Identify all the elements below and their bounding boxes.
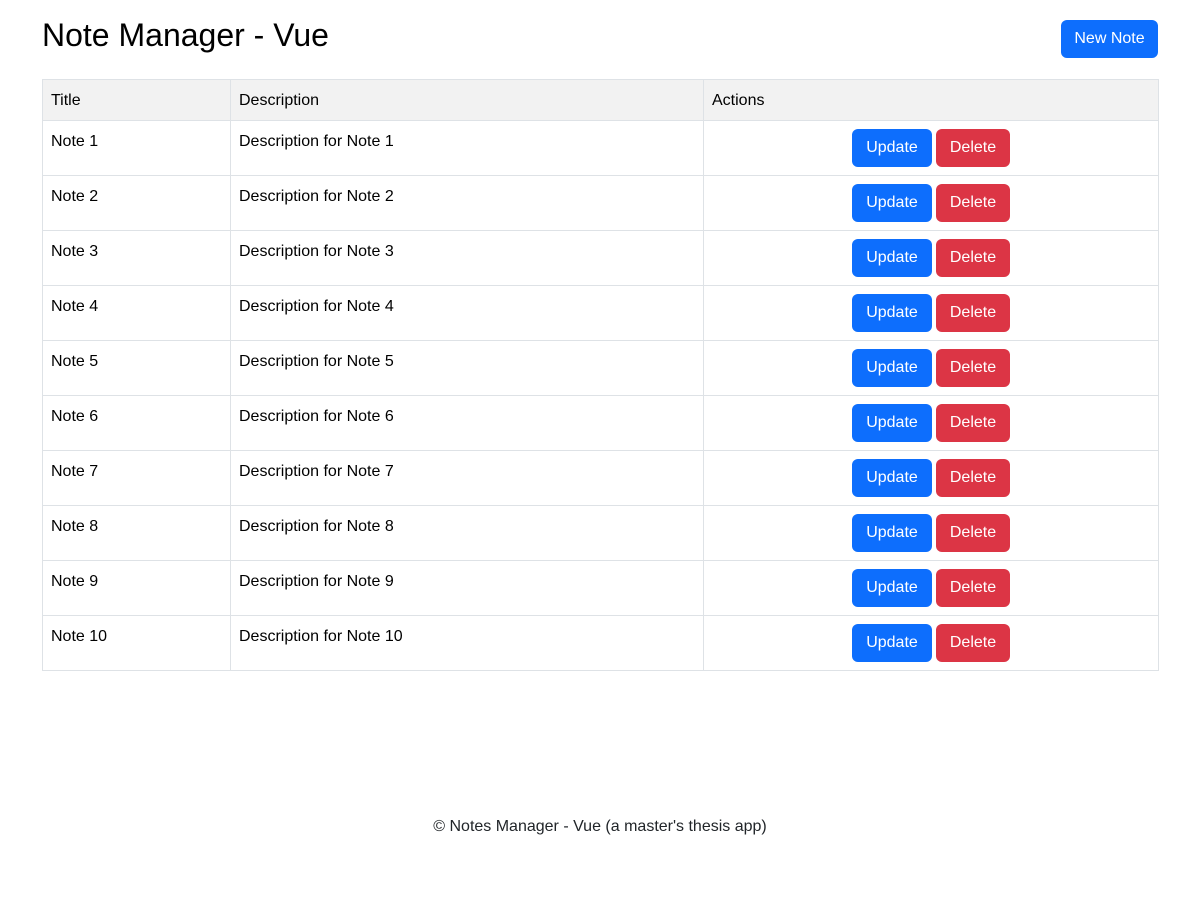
note-description-cell: Description for Note 2 <box>230 175 704 231</box>
delete-button[interactable]: Delete <box>936 569 1010 607</box>
note-description-cell: Description for Note 5 <box>230 340 704 396</box>
table-row: Note 2 Description for Note 2 Update Delete <box>42 175 1159 231</box>
note-actions-cell: Update Delete <box>703 175 1159 231</box>
note-title-cell: Note 9 <box>42 560 231 616</box>
note-actions-cell: Update Delete <box>703 450 1159 506</box>
footer: © Notes Manager - Vue (a master's thesis… <box>433 818 767 835</box>
note-title-cell: Note 7 <box>42 450 231 506</box>
update-button[interactable]: Update <box>852 459 932 497</box>
note-title-cell: Note 10 <box>42 615 231 671</box>
notes-table-container: Title Description Actions Note 1 Descript… <box>42 79 1159 671</box>
note-actions-cell: Update Delete <box>703 120 1159 176</box>
delete-button[interactable]: Delete <box>936 184 1010 222</box>
delete-button[interactable]: Delete <box>936 459 1010 497</box>
table-body: Note 1 Description for Note 1 Update Delete… <box>42 120 1159 671</box>
table-header-row: Title Description Actions <box>42 79 1159 121</box>
page: Note Manager - Vue New Note Title Descri… <box>0 0 1200 900</box>
column-header-description: Description <box>230 79 704 121</box>
note-description-cell: Description for Note 9 <box>230 560 704 616</box>
delete-button[interactable]: Delete <box>936 239 1010 277</box>
table-row: Note 7 Description for Note 7 Update Delete <box>42 450 1159 506</box>
note-actions-cell: Update Delete <box>703 230 1159 286</box>
table-row: Note 1 Description for Note 1 Update Delete <box>42 120 1159 176</box>
note-description-cell: Description for Note 8 <box>230 505 704 561</box>
new-note-button[interactable]: New Note <box>1061 20 1158 58</box>
note-description-cell: Description for Note 3 <box>230 230 704 286</box>
update-button[interactable]: Update <box>852 184 932 222</box>
note-actions-cell: Update Delete <box>703 395 1159 451</box>
note-title-cell: Note 6 <box>42 395 231 451</box>
table-row: Note 3 Description for Note 3 Update Delete <box>42 230 1159 286</box>
table-row: Note 6 Description for Note 6 Update Delete <box>42 395 1159 451</box>
update-button[interactable]: Update <box>852 514 932 552</box>
update-button[interactable]: Update <box>852 294 932 332</box>
delete-button[interactable]: Delete <box>936 514 1010 552</box>
note-description-cell: Description for Note 10 <box>230 615 704 671</box>
column-header-actions: Actions <box>703 79 1159 121</box>
note-title-cell: Note 4 <box>42 285 231 341</box>
table-row: Note 4 Description for Note 4 Update Delete <box>42 285 1159 341</box>
delete-button[interactable]: Delete <box>936 404 1010 442</box>
update-button[interactable]: Update <box>852 404 932 442</box>
notes-table: Title Description Actions Note 1 Descript… <box>42 79 1159 671</box>
note-description-cell: Description for Note 6 <box>230 395 704 451</box>
delete-button[interactable]: Delete <box>936 294 1010 332</box>
delete-button[interactable]: Delete <box>936 349 1010 387</box>
update-button[interactable]: Update <box>852 624 932 662</box>
update-button[interactable]: Update <box>852 239 932 277</box>
delete-button[interactable]: Delete <box>936 624 1010 662</box>
table-row: Note 5 Description for Note 5 Update Delete <box>42 340 1159 396</box>
note-actions-cell: Update Delete <box>703 615 1159 671</box>
note-description-cell: Description for Note 1 <box>230 120 704 176</box>
note-actions-cell: Update Delete <box>703 505 1159 561</box>
note-title-cell: Note 2 <box>42 175 231 231</box>
table-header: Title Description Actions <box>42 79 1159 121</box>
delete-button[interactable]: Delete <box>936 129 1010 167</box>
note-title-cell: Note 8 <box>42 505 231 561</box>
note-title-cell: Note 5 <box>42 340 231 396</box>
column-header-title: Title <box>42 79 231 121</box>
update-button[interactable]: Update <box>852 129 932 167</box>
update-button[interactable]: Update <box>852 349 932 387</box>
note-actions-cell: Update Delete <box>703 340 1159 396</box>
note-actions-cell: Update Delete <box>703 560 1159 616</box>
note-title-cell: Note 3 <box>42 230 231 286</box>
table-row: Note 8 Description for Note 8 Update Delete <box>42 505 1159 561</box>
table-row: Note 9 Description for Note 9 Update Delete <box>42 560 1159 616</box>
note-actions-cell: Update Delete <box>703 285 1159 341</box>
page-title: Note Manager - Vue <box>42 17 329 53</box>
note-title-cell: Note 1 <box>42 120 231 176</box>
note-description-cell: Description for Note 7 <box>230 450 704 506</box>
table-row: Note 10 Description for Note 10 Update Dele… <box>42 615 1159 671</box>
update-button[interactable]: Update <box>852 569 932 607</box>
header: Note Manager - Vue New Note <box>42 14 1158 64</box>
note-description-cell: Description for Note 4 <box>230 285 704 341</box>
